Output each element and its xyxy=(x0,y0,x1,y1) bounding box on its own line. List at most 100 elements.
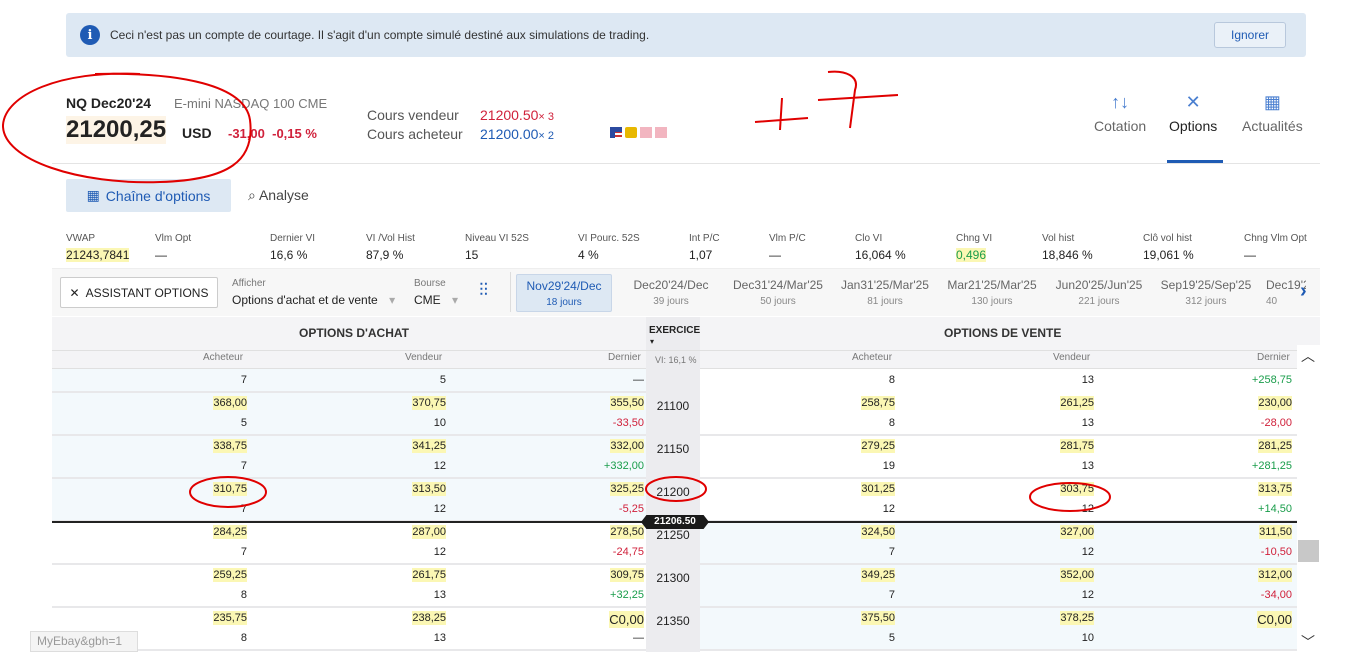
expiration-tab[interactable]: Jan31'25/Mar'25 81 jours xyxy=(837,274,933,312)
put-ask-size: 13 xyxy=(1082,460,1094,472)
bid-price: 21200.00× 2 xyxy=(480,126,554,142)
call-last-value: 332,00 xyxy=(610,439,644,453)
put-last: 312,00 xyxy=(1258,568,1292,582)
call-last-value: C0,00 xyxy=(609,611,644,628)
strike-title[interactable]: EXERCICE xyxy=(649,325,700,336)
call-ask-size: 13 xyxy=(434,632,446,644)
scrollbar[interactable] xyxy=(1297,345,1320,652)
put-change: +281,25 xyxy=(1252,460,1292,472)
instrument-description: E-mini NASDAQ 100 CME xyxy=(174,96,328,111)
put-row-bg xyxy=(700,479,1297,522)
tab-analysis[interactable]: ⌕ Analyse xyxy=(248,187,309,204)
divider xyxy=(52,163,1320,164)
call-ask-size-value: 13 xyxy=(433,589,446,601)
expiration-tab[interactable]: Dec31'24/Mar'25 50 jours xyxy=(730,274,826,312)
last-price: 21200,25 xyxy=(66,116,167,144)
nav-cotation[interactable]: ↑↓ Cotation xyxy=(1094,92,1146,134)
stat-chng-vlm-opt: Chng Vlm Opt — xyxy=(1244,233,1307,262)
stat-label: Vlm Opt xyxy=(155,233,192,244)
exchange-select[interactable]: CME ▾ xyxy=(414,293,458,307)
put-change-value: +14,50 xyxy=(1258,503,1292,515)
strike-price[interactable]: 21100 xyxy=(646,399,700,413)
put-bid-size: 7 xyxy=(889,589,895,601)
tab-option-chain[interactable]: ▦ Chaîne d'options xyxy=(66,179,231,212)
call-bid: 310,75 xyxy=(213,482,247,496)
call-bid-size-value: 8 xyxy=(240,632,247,644)
exchange-value: CME xyxy=(414,293,441,307)
call-last: 325,25 xyxy=(610,482,644,496)
put-ask-value: 303,75 xyxy=(1060,482,1094,496)
call-last: 332,00 xyxy=(610,439,644,453)
analysis-icon: ⌕ xyxy=(248,187,256,203)
put-ask-size-value: 13 xyxy=(1081,417,1094,429)
divider xyxy=(510,272,511,312)
scroll-up-icon[interactable]: ︿ xyxy=(1301,346,1315,366)
stat-vi-vol-hist: VI /Vol Hist 87,9 % xyxy=(366,233,415,262)
assistant-label: ASSISTANT OPTIONS xyxy=(85,285,209,300)
iv-label: VI: 16,1 % xyxy=(655,355,697,365)
put-last: 230,00 xyxy=(1258,396,1292,410)
call-ask-header: Vendeur xyxy=(405,352,443,363)
strike-price[interactable]: 21200 xyxy=(646,485,700,499)
nav-actualites[interactable]: ▦ Actualités xyxy=(1242,92,1303,134)
assistant-options-button[interactable]: ✕ ASSISTANT OPTIONS xyxy=(60,277,218,308)
put-bid-value: 324,50 xyxy=(861,525,895,539)
put-last: 311,50 xyxy=(1259,525,1292,539)
put-change: -10,50 xyxy=(1261,546,1292,558)
call-row-bg xyxy=(52,393,646,436)
nav-options[interactable]: ✕ Options xyxy=(1169,92,1217,134)
put-ask-value: 327,00 xyxy=(1060,525,1094,539)
call-ask-size: 12 xyxy=(434,546,446,558)
stat-label: Chng Vlm Opt xyxy=(1244,233,1307,244)
expiration-tab[interactable]: Jun20'25/Jun'25 221 jours xyxy=(1051,274,1147,312)
scroll-down-icon[interactable]: ﹀ xyxy=(1301,632,1315,652)
stat-clo-vi: Clo VI 16,064 % xyxy=(855,233,906,262)
ask-price: 21200.50× 3 xyxy=(480,107,554,123)
scrollbar-thumb[interactable] xyxy=(1298,540,1319,562)
put-last-header: Dernier xyxy=(1257,352,1290,363)
call-change: -24,75 xyxy=(613,546,644,558)
put-ask: 378,25 xyxy=(1060,611,1094,625)
stat-value: — xyxy=(155,248,167,262)
change-value: -31,00 xyxy=(228,126,265,141)
puts-title: OPTIONS DE VENTE xyxy=(944,326,1062,340)
strike-price[interactable]: 21250 xyxy=(646,528,700,542)
put-change: +14,50 xyxy=(1258,503,1292,515)
put-ask: 327,00 xyxy=(1060,525,1094,539)
put-partial-cell-value: +258,75 xyxy=(1251,374,1292,386)
call-ask-size: 12 xyxy=(434,503,446,515)
stat-value: 16,064 % xyxy=(855,248,906,262)
call-ask: 238,25 xyxy=(412,611,446,625)
filter-sliders-icon[interactable]: ⫶⫶ xyxy=(479,280,488,301)
call-ask-size-value: 12 xyxy=(433,546,446,558)
bid-value: 21200.00 xyxy=(480,126,539,142)
call-bid-size-value: 7 xyxy=(240,546,247,558)
strike-price[interactable]: 21350 xyxy=(646,614,700,628)
strike-price[interactable]: 21150 xyxy=(646,442,700,456)
strike-price[interactable]: 21300 xyxy=(646,571,700,585)
expiration-label: Dec31'24/Mar'25 xyxy=(733,278,823,292)
expiration-tab[interactable]: Nov29'24/Dec 18 jours xyxy=(516,274,612,312)
show-select[interactable]: Options d'achat et de vente ▾ xyxy=(232,293,395,307)
put-ask: 281,75 xyxy=(1060,439,1094,453)
expiration-tab[interactable]: Mar21'25/Mar'25 130 jours xyxy=(944,274,1040,312)
ignore-button[interactable]: Ignorer xyxy=(1214,22,1286,48)
call-row-bg xyxy=(52,608,646,651)
expiration-tab[interactable]: Dec20'24/Dec 39 jours xyxy=(623,274,719,312)
chevron-right-icon[interactable]: › xyxy=(1300,280,1307,303)
call-bid-size: 8 xyxy=(241,632,247,644)
put-ask-value: 261,25 xyxy=(1060,396,1094,410)
put-last-value: 281,25 xyxy=(1258,439,1292,453)
sort-icon[interactable]: ▾ xyxy=(650,337,654,346)
call-partial-cell-value: 7 xyxy=(240,374,247,386)
call-bid-size: 7 xyxy=(241,460,247,472)
call-bid: 259,25 xyxy=(213,568,247,582)
put-bid: 301,25 xyxy=(861,482,895,496)
banner-message: Ceci n'est pas un compte de courtage. Il… xyxy=(110,28,650,42)
call-partial-cell: — xyxy=(633,374,644,386)
expiration-tab[interactable]: Sep19'25/Sep'25 312 jours xyxy=(1158,274,1254,312)
us-flag-icon xyxy=(610,127,622,138)
put-ask-size-value: 10 xyxy=(1081,632,1094,644)
expiration-label: Mar21'25/Mar'25 xyxy=(947,278,1037,292)
stat-label: Vol hist xyxy=(1042,233,1075,244)
